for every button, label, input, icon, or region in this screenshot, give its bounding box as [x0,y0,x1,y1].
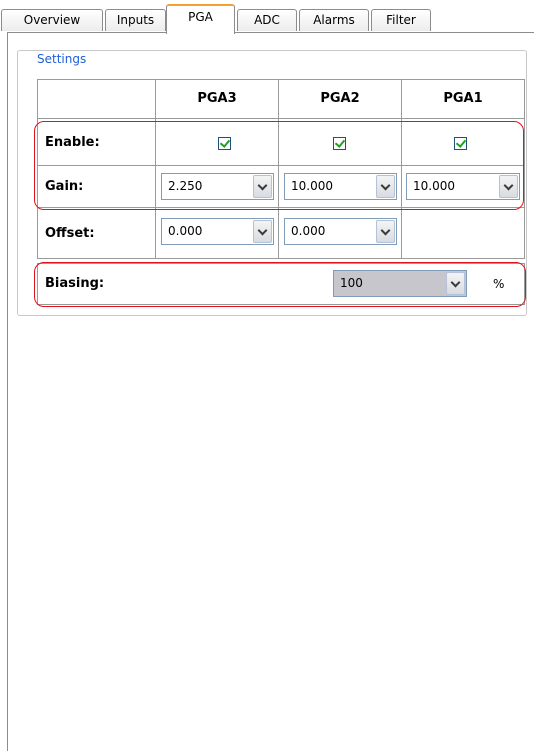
gain-dropdown-pga1[interactable]: 10.000 [406,173,520,200]
offset-label: Offset: [37,208,156,259]
chevron-down-icon[interactable] [499,175,518,198]
grid-corner-cell [37,79,156,119]
biasing-dropdown[interactable]: 100 [333,270,467,297]
offset-dropdown-pga2[interactable]: 0.000 [284,218,397,245]
gain-dropdown-pga3[interactable]: 2.250 [161,173,274,200]
tab-inputs[interactable]: Inputs [105,9,166,31]
gain-label: Gain: [37,166,156,208]
gain-dropdown-pga2[interactable]: 10.000 [284,173,397,200]
column-header-pga2: PGA2 [279,79,402,119]
chevron-down-icon[interactable] [376,175,395,198]
tab-overview[interactable]: Overview [1,9,103,31]
tab-filter[interactable]: Filter [371,9,431,31]
chevron-down-icon[interactable] [446,272,465,295]
tab-adc[interactable]: ADC [237,9,297,31]
chevron-down-icon[interactable] [376,220,395,243]
biasing-value: 100 [340,276,363,290]
settings-group-title: Settings [34,52,90,66]
offset-value-pga3: 0.000 [168,224,203,238]
gain-value-pga2: 10.000 [291,179,333,193]
enable-checkbox-pga1[interactable] [454,137,467,150]
column-header-pga3: PGA3 [156,79,279,119]
offset-value-pga2: 0.000 [291,224,326,238]
gain-value-pga1: 10.000 [413,179,455,193]
enable-label: Enable: [37,119,156,166]
gain-value-pga3: 2.250 [168,179,203,193]
biasing-label: Biasing: [45,276,105,291]
chevron-down-icon[interactable] [253,220,272,243]
enable-checkbox-pga3[interactable] [218,137,231,150]
offset-cell-pga1 [402,208,525,259]
column-header-pga1: PGA1 [402,79,525,119]
tab-pga[interactable]: PGA [166,4,235,34]
tab-alarms[interactable]: Alarms [299,9,369,31]
chevron-down-icon[interactable] [253,175,272,198]
enable-checkbox-pga2[interactable] [333,137,346,150]
offset-dropdown-pga3[interactable]: 0.000 [161,218,274,245]
tab-strip: Overview Inputs PGA ADC Alarms Filter [0,0,534,34]
biasing-unit: % [493,277,505,291]
